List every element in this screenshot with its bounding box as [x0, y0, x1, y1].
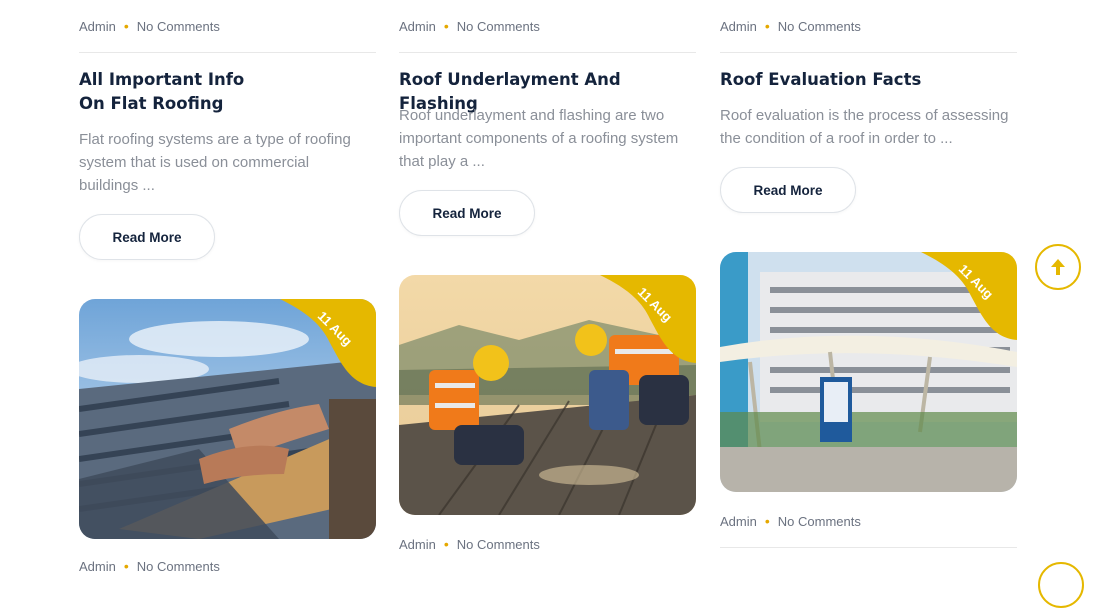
- date-badge: 11 Aug: [600, 275, 696, 363]
- post-title[interactable]: Roof Evaluation Facts: [720, 68, 1017, 92]
- excerpt-line: Roof evaluation is the process of assess…: [720, 107, 1009, 124]
- post-card-3: Admin • No Comments: [720, 16, 1017, 53]
- comments-link[interactable]: No Comments: [457, 19, 540, 34]
- meta-dot: •: [123, 558, 129, 574]
- post-image-flat-roofing[interactable]: 11 Aug: [79, 299, 376, 539]
- comments-link[interactable]: No Comments: [137, 19, 220, 34]
- author-link[interactable]: Admin: [720, 514, 757, 529]
- post-title[interactable]: All Important Info On Flat Roofing: [79, 68, 376, 116]
- excerpt-line: Flat roofing systems are a type of roofi…: [79, 131, 351, 148]
- scroll-to-top-button[interactable]: [1035, 244, 1081, 290]
- date-badge: 11 Aug: [280, 299, 376, 387]
- comments-link[interactable]: No Comments: [137, 559, 220, 574]
- post-card-2: Admin • No Comments: [399, 16, 696, 53]
- post-title-line[interactable]: On Flat Roofing: [79, 94, 223, 113]
- excerpt-line: important components of a roofing system: [399, 130, 679, 147]
- scroll-to-top-button-secondary[interactable]: [1038, 562, 1084, 608]
- author-link[interactable]: Admin: [399, 537, 436, 552]
- excerpt-line: Roof underlayment and flashing are two: [399, 107, 665, 124]
- post-excerpt: Roof underlayment and flashing are two i…: [399, 104, 696, 173]
- meta-dot: •: [764, 18, 770, 34]
- meta-dot: •: [443, 18, 449, 34]
- post-excerpt: Roof evaluation is the process of assess…: [720, 104, 1017, 150]
- divider: [399, 52, 696, 53]
- post-meta: Admin • No Comments: [79, 16, 376, 36]
- divider: [720, 547, 1017, 548]
- comments-link[interactable]: No Comments: [457, 537, 540, 552]
- post-image-underlayment[interactable]: 11 Aug: [399, 275, 696, 515]
- author-link[interactable]: Admin: [720, 19, 757, 34]
- arrow-up-icon: [1051, 259, 1065, 275]
- post-meta: Admin • No Comments: [720, 16, 1017, 36]
- post-meta: Admin • No Comments: [399, 16, 696, 36]
- post-excerpt: Flat roofing systems are a type of roofi…: [79, 128, 376, 197]
- author-link[interactable]: Admin: [79, 559, 116, 574]
- meta-dot: •: [443, 536, 449, 552]
- meta-dot: •: [123, 18, 129, 34]
- date-badge: 11 Aug: [921, 252, 1017, 340]
- divider: [720, 52, 1017, 53]
- excerpt-line: the condition of a roof in order to ...: [720, 130, 953, 147]
- post-meta: Admin • No Comments: [720, 511, 1017, 531]
- author-link[interactable]: Admin: [79, 19, 116, 34]
- comments-link[interactable]: No Comments: [778, 19, 861, 34]
- post-meta: Admin • No Comments: [399, 534, 540, 554]
- read-more-button[interactable]: Read More: [399, 190, 535, 236]
- divider: [79, 52, 376, 53]
- post-title-line[interactable]: All Important Info: [79, 70, 244, 89]
- post-meta: Admin • No Comments: [79, 556, 220, 576]
- excerpt-line: that play a ...: [399, 153, 485, 170]
- meta-dot: •: [764, 513, 770, 529]
- author-link[interactable]: Admin: [399, 19, 436, 34]
- excerpt-line: buildings ...: [79, 177, 155, 194]
- read-more-button[interactable]: Read More: [720, 167, 856, 213]
- excerpt-line: system that is used on commercial: [79, 154, 310, 171]
- post-card-1: Admin • No Comments: [79, 16, 376, 53]
- post-image-evaluation[interactable]: 11 Aug: [720, 252, 1017, 492]
- post-meta-block: Admin • No Comments: [720, 511, 1017, 548]
- read-more-button[interactable]: Read More: [79, 214, 215, 260]
- comments-link[interactable]: No Comments: [778, 514, 861, 529]
